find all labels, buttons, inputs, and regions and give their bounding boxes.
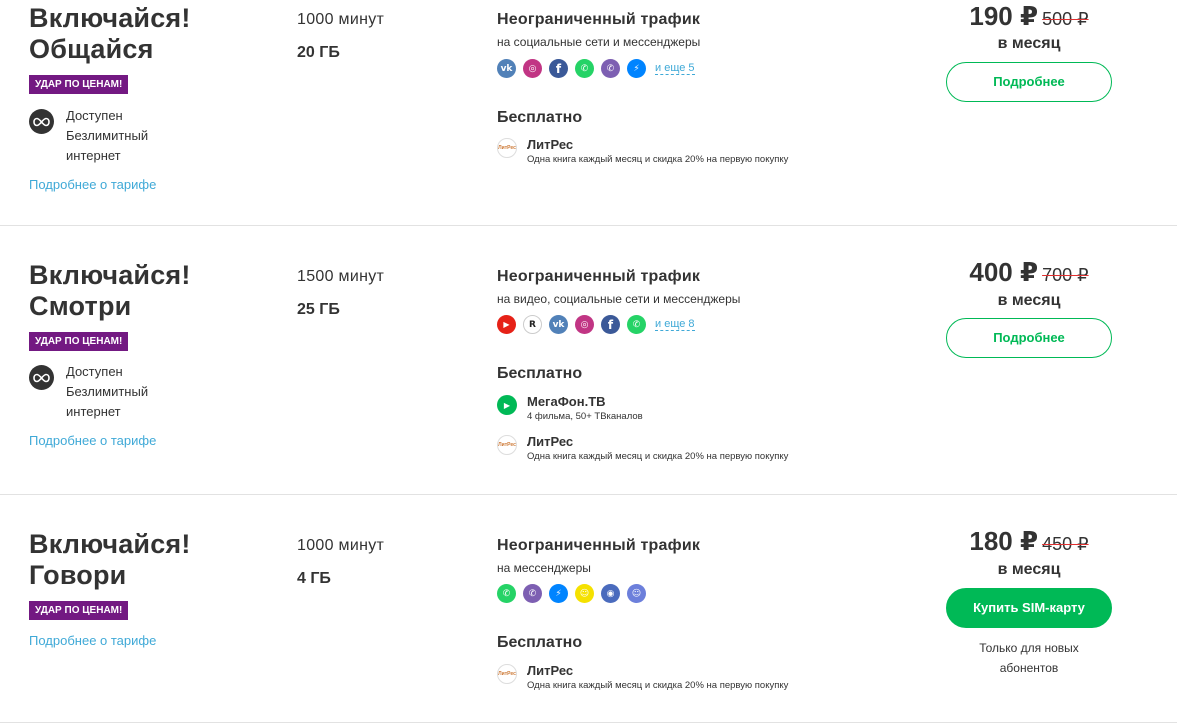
new-subscribers-note: Только для новых абонентов <box>979 641 1079 675</box>
facebook-icon: f <box>549 59 568 78</box>
service-litres: ЛитРес ЛитРес Одна книга каждый месяц и с… <box>497 663 788 693</box>
per-month-label: в месяц <box>997 35 1061 52</box>
tariff-title: Включайся! Смотри <box>29 260 191 321</box>
youtube-icon: ▶ <box>497 315 516 334</box>
price-old: 500 ₽ <box>1042 9 1089 29</box>
free-title: Бесплатно <box>497 634 583 651</box>
viber-icon: ✆ <box>523 584 542 603</box>
divider <box>0 225 1177 226</box>
service-name: ЛитРес <box>527 663 574 678</box>
service-desc: 4 фильма, 50+ ТВканалов <box>527 411 643 422</box>
messenger-icon: ⚡ <box>627 59 646 78</box>
service-desc: Одна книга каждый месяц и скидка 20% на … <box>527 680 789 691</box>
price-old: 450 ₽ <box>1042 534 1089 554</box>
price-hit-badge: УДАР ПО ЦЕНАМ! <box>29 601 129 620</box>
traffic-title: Неограниченный трафик <box>497 268 701 285</box>
more-apps-link[interactable]: и еще 5 <box>655 62 695 75</box>
service-megafon-tv: ▶ МегаФон.ТВ 4 фильма, 50+ ТВканалов <box>497 394 643 424</box>
divider <box>0 494 1177 495</box>
unlim-label: Доступен <box>66 364 123 379</box>
infinity-icon <box>29 109 54 134</box>
tariff-title: Включайся! Говори <box>29 529 191 590</box>
price-current: 190 ₽ <box>969 1 1039 31</box>
tariff-details-link[interactable]: Подробнее о тарифе <box>29 433 156 448</box>
price: 180 ₽450 ₽ <box>946 526 1112 557</box>
details-button[interactable]: Подробнее <box>946 62 1112 102</box>
per-month-label: в месяц <box>997 292 1061 309</box>
price-hit-badge: УДАР ПО ЦЕНАМ! <box>29 75 129 94</box>
tamtam-icon: ◉ <box>601 584 620 603</box>
price-old: 700 ₽ <box>1042 265 1089 285</box>
infinity-icon <box>29 365 54 390</box>
facebook-icon: f <box>601 315 620 334</box>
gb-value: 4 ГБ <box>297 570 331 587</box>
snapchat-icon: ☺ <box>575 584 594 603</box>
instagram-icon: ◎ <box>575 315 594 334</box>
app-icons: ▶ R vk ◎ f ✆ и еще 8 <box>497 315 695 334</box>
price-current: 180 ₽ <box>969 526 1039 556</box>
divider <box>0 722 1177 723</box>
viber-icon: ✆ <box>601 59 620 78</box>
details-button[interactable]: Подробнее <box>946 318 1112 358</box>
app-icons: ✆ ✆ ⚡ ☺ ◉ ☺ <box>497 584 653 603</box>
whatsapp-icon: ✆ <box>627 315 646 334</box>
unlim-label: Доступен <box>66 108 123 123</box>
free-title: Бесплатно <box>497 365 583 382</box>
traffic-subtitle: на социальные сети и мессенджеры <box>497 35 701 49</box>
service-name: ЛитРес <box>527 137 574 152</box>
traffic-subtitle: на мессенджеры <box>497 561 591 575</box>
rutube-icon: R <box>523 315 542 334</box>
unlimited-internet-info: Доступен Безлимитный интернет <box>29 362 166 422</box>
price: 400 ₽700 ₽ <box>946 257 1112 288</box>
gb-value: 20 ГБ <box>297 44 340 61</box>
app-icons: vk ◎ f ✆ ✆ ⚡ и еще 5 <box>497 59 695 78</box>
service-name: МегаФон.ТВ <box>527 394 606 409</box>
per-month-label: в месяц <box>997 561 1061 578</box>
tariff-details-link[interactable]: Подробнее о тарифе <box>29 633 156 648</box>
minutes-value: 1500 минут <box>297 268 385 285</box>
service-litres: ЛитРес ЛитРес Одна книга каждый месяц и с… <box>497 434 788 464</box>
minutes-value: 1000 минут <box>297 537 385 554</box>
messenger-icon: ⚡ <box>549 584 568 603</box>
litres-icon: ЛитРес <box>497 664 517 684</box>
unlimited-internet-info: Доступен Безлимитный интернет <box>29 106 166 166</box>
service-name: ЛитРес <box>527 434 574 449</box>
gb-value: 25 ГБ <box>297 301 340 318</box>
tariff-details-link[interactable]: Подробнее о тарифе <box>29 177 156 192</box>
traffic-title: Неограниченный трафик <box>497 11 701 28</box>
vk-icon: vk <box>549 315 568 334</box>
tariff-title: Включайся! Общайся <box>29 3 191 64</box>
price-current: 400 ₽ <box>969 257 1039 287</box>
whatsapp-icon: ✆ <box>497 584 516 603</box>
price: 190 ₽500 ₽ <box>946 1 1112 32</box>
free-title: Бесплатно <box>497 109 583 126</box>
service-desc: Одна книга каждый месяц и скидка 20% на … <box>527 154 789 165</box>
price-hit-badge: УДАР ПО ЦЕНАМ! <box>29 332 129 351</box>
megafon-tv-icon: ▶ <box>497 395 517 415</box>
icq-icon: ☺ <box>627 584 646 603</box>
traffic-title: Неограниченный трафик <box>497 537 701 554</box>
instagram-icon: ◎ <box>523 59 542 78</box>
whatsapp-icon: ✆ <box>575 59 594 78</box>
service-desc: Одна книга каждый месяц и скидка 20% на … <box>527 451 789 462</box>
litres-icon: ЛитРес <box>497 138 517 158</box>
traffic-subtitle: на видео, социальные сети и мессенджеры <box>497 292 741 306</box>
service-litres: ЛитРес ЛитРес Одна книга каждый месяц и с… <box>497 137 788 167</box>
buy-sim-button[interactable]: Купить SIM-карту <box>946 588 1112 628</box>
vk-icon: vk <box>497 59 516 78</box>
minutes-value: 1000 минут <box>297 11 385 28</box>
more-apps-link[interactable]: и еще 8 <box>655 318 695 331</box>
litres-icon: ЛитРес <box>497 435 517 455</box>
